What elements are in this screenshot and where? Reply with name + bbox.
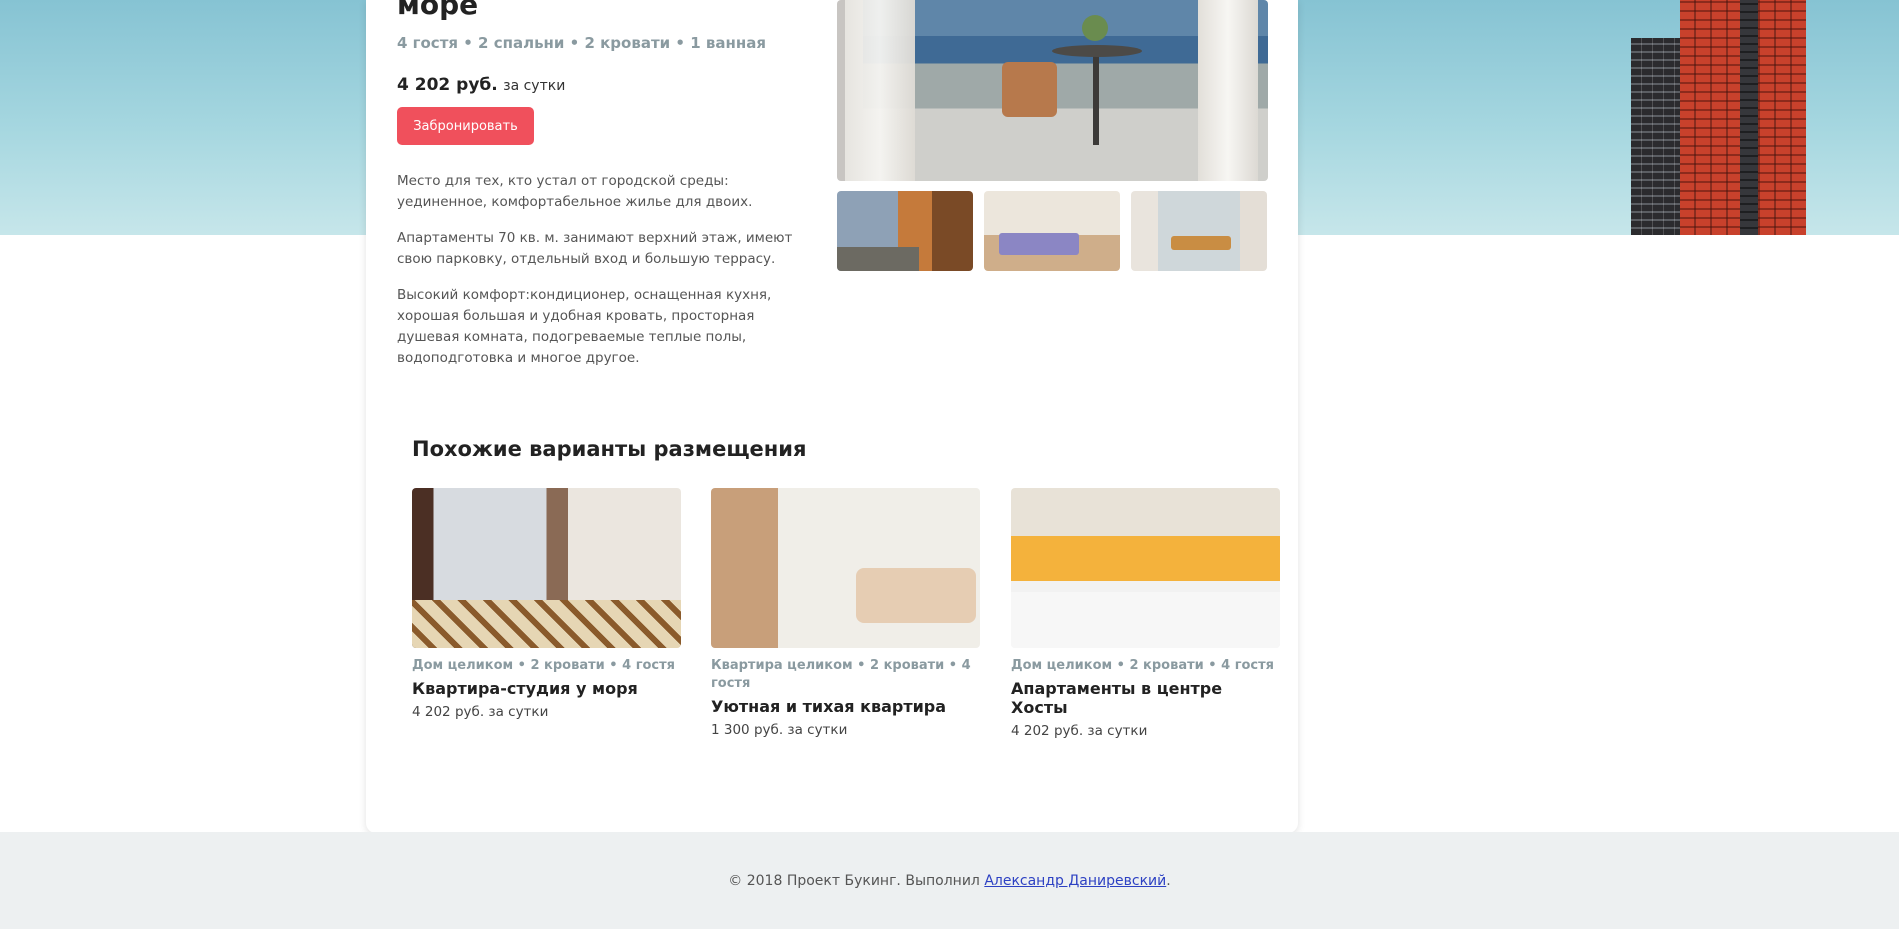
similar-item[interactable]: Дом целиком • 2 кровати • 4 гостя Кварти… [412, 488, 681, 720]
description-paragraph: Место для тех, кто устал от городской ср… [397, 173, 753, 210]
building-image-edge [1740, 0, 1758, 235]
similar-item-price: 4 202 руб. за сутки [1011, 723, 1148, 739]
listing-specs: 4 гостя • 2 спальни • 2 кровати • 1 ванн… [397, 34, 766, 52]
similar-item-photo[interactable] [711, 488, 980, 648]
photo-thumbnail[interactable] [984, 191, 1120, 271]
photo-thumbnail[interactable] [1131, 191, 1267, 271]
similar-item[interactable]: Дом целиком • 2 кровати • 4 гостя Апарта… [1011, 488, 1280, 739]
similar-item-meta: Дом целиком • 2 кровати • 4 гостя [1011, 658, 1275, 673]
main-photo[interactable] [837, 0, 1268, 181]
similar-item-name[interactable]: Квартира-студия у моря [412, 679, 681, 698]
similar-item-photo[interactable] [1011, 488, 1280, 648]
description-paragraph: Апартаменты 70 кв. м. занимают верхний э… [397, 230, 793, 267]
similar-item[interactable]: Квартира целиком • 2 кровати • 4 гостя У… [711, 488, 980, 738]
price-period: за сутки [503, 78, 566, 94]
similar-item-name[interactable]: Апартаменты в центре Хосты [1011, 679, 1280, 717]
similar-item-photo[interactable] [412, 488, 681, 648]
similar-item-price: 1 300 руб. за сутки [711, 722, 848, 738]
similar-item-name[interactable]: Уютная и тихая квартира [711, 697, 980, 716]
footer: © 2018 Проект Букинг. Выполнил Александр… [0, 832, 1899, 929]
book-button[interactable]: Забронировать [397, 107, 534, 145]
similar-item-price: 4 202 руб. за сутки [412, 704, 549, 720]
similar-heading: Похожие варианты размещения [412, 437, 807, 461]
footer-suffix: . [1166, 872, 1171, 889]
listing-price: 4 202 руб. за сутки [397, 75, 565, 95]
similar-item-meta: Дом целиком • 2 кровати • 4 гостя [412, 658, 676, 673]
price-amount: 4 202 руб. [397, 75, 498, 95]
footer-copyright: © 2018 Проект Букинг. Выполнил [728, 872, 980, 889]
listing-card: море 4 гостя • 2 спальни • 2 кровати • 1… [366, 0, 1298, 833]
author-link[interactable]: Александр Даниревский [984, 873, 1166, 889]
photo-thumbnail[interactable] [837, 191, 973, 271]
description-paragraph: Высокий комфорт:кондиционер, оснащенная … [397, 287, 772, 366]
listing-title: море [397, 0, 479, 21]
similar-item-meta: Квартира целиком • 2 кровати • 4 гостя [711, 658, 971, 691]
